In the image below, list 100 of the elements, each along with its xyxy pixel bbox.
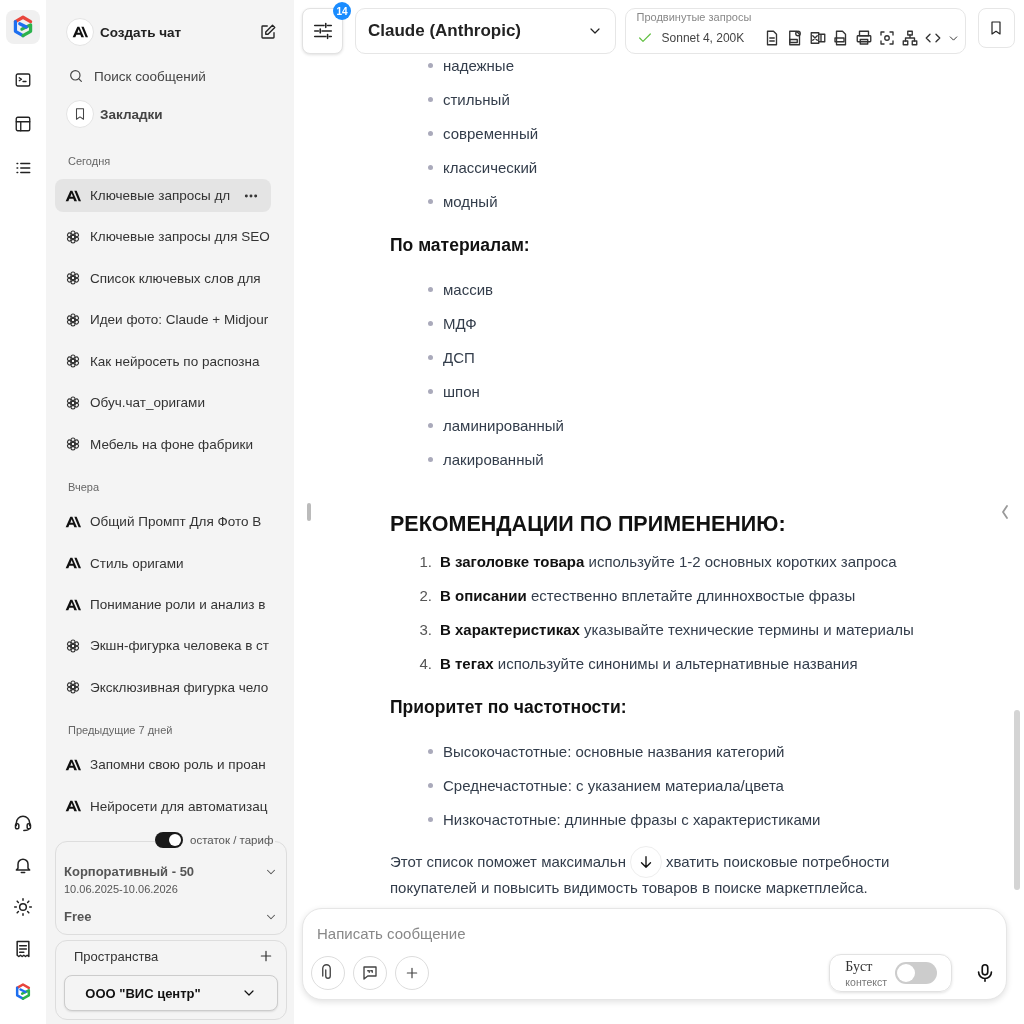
chat-item[interactable]: Ключевые запросы дл bbox=[55, 178, 271, 213]
count-badge: 14 bbox=[333, 2, 351, 20]
list-number: 4. bbox=[418, 654, 432, 672]
spaces-label: Пространства bbox=[74, 948, 159, 964]
app-logo[interactable] bbox=[6, 10, 40, 44]
prompt-button[interactable] bbox=[353, 956, 387, 990]
space-dropdown[interactable]: ООО "ВИС центр" bbox=[64, 975, 278, 1011]
bullet-dot bbox=[428, 96, 433, 102]
bullet-dot bbox=[428, 388, 433, 394]
chat-item[interactable]: Экшн-фигурка человека в ст bbox=[55, 629, 271, 663]
plan-selector[interactable]: Корпоративный - 50 bbox=[64, 864, 278, 879]
list-item: массив bbox=[443, 280, 493, 298]
list-number: 3. bbox=[418, 620, 432, 638]
bullet-dot bbox=[428, 748, 433, 754]
model-version: Sonnet 4, 200K bbox=[661, 31, 745, 45]
knot-icon bbox=[65, 270, 81, 287]
bookmark-button[interactable] bbox=[977, 8, 1015, 48]
printer-icon[interactable] bbox=[855, 29, 874, 47]
section-heading: По материалам: bbox=[390, 234, 530, 256]
edit-icon[interactable] bbox=[259, 23, 277, 41]
spreadsheet-icon[interactable] bbox=[809, 29, 828, 47]
knot-icon bbox=[65, 638, 81, 654]
plan-dates: 10.06.2025-10.06.2026 bbox=[64, 883, 179, 895]
chat-bubble-icon bbox=[361, 964, 379, 982]
list-item: модный bbox=[443, 192, 498, 210]
boost-control[interactable]: Буст контекст bbox=[829, 954, 952, 992]
list-item: классический bbox=[443, 158, 538, 176]
heading: РЕКОМЕНДАЦИИ ПО ПРИМЕНЕНИЮ: bbox=[390, 511, 786, 537]
chat-item[interactable]: Обуч.чат_оригами bbox=[55, 386, 271, 420]
bullet-dot bbox=[428, 286, 433, 292]
scroll-down-button[interactable] bbox=[629, 846, 662, 878]
attach-button[interactable] bbox=[311, 956, 345, 990]
list-item: В заголовке товара используйте 1-2 основных коротких запроса bbox=[440, 552, 897, 570]
table-icon[interactable] bbox=[14, 115, 32, 133]
chat-item[interactable]: Ключевые запросы для SEO bbox=[55, 220, 271, 254]
list-item: Среднечастотные: с указанием материала/цвета bbox=[443, 776, 784, 794]
knot-icon bbox=[65, 436, 81, 453]
bookmark-icon bbox=[73, 107, 87, 121]
new-chat-button[interactable]: Создать чат bbox=[66, 18, 182, 46]
scan-icon[interactable] bbox=[878, 29, 897, 47]
sun-icon[interactable] bbox=[13, 897, 33, 917]
chat-item[interactable]: Нейросети для автоматизац bbox=[55, 789, 271, 823]
search-icon bbox=[68, 68, 84, 84]
list-item: В описании естественно вплетайте длиннохвостые фразы bbox=[440, 586, 856, 604]
list-item: надежные bbox=[443, 56, 514, 74]
toggle-switch[interactable] bbox=[155, 832, 183, 848]
scrollbar[interactable] bbox=[1014, 710, 1020, 890]
list-item: ДСП bbox=[443, 348, 475, 366]
knot-icon bbox=[65, 311, 81, 328]
paragraph-text: покупателей и повысить видимость товаров в поиске маркетплейса. bbox=[390, 878, 868, 898]
chat-item[interactable]: Список ключевых слов для bbox=[55, 261, 271, 296]
chat-item[interactable]: Общий Промпт Для Фото В bbox=[55, 504, 271, 539]
chat-item[interactable]: Запомни свою роль и проан bbox=[55, 747, 271, 782]
bullet-dot bbox=[428, 164, 433, 170]
list-item: стильный bbox=[443, 90, 510, 108]
section-label: Вчера bbox=[68, 481, 101, 495]
chat-item[interactable]: Идеи фото: Claude + Midjour bbox=[55, 303, 271, 337]
list-item: МДФ bbox=[443, 314, 477, 332]
list-item: В характеристиках указывайте технические термины и материалы bbox=[440, 620, 914, 638]
section-heading: Приоритет по частотности: bbox=[390, 696, 627, 718]
panel-label: Продвинутые запросы bbox=[636, 11, 753, 25]
list-item: ламинированный bbox=[443, 416, 564, 434]
chat-item[interactable]: Понимание роли и анализ в bbox=[55, 587, 271, 622]
list-item: Высокочастотные: основные названия категорий bbox=[443, 742, 785, 760]
knot-icon bbox=[65, 679, 81, 696]
chat-item[interactable]: Мебель на фоне фабрики bbox=[55, 427, 271, 462]
bookmarks-button[interactable]: Закладки bbox=[66, 99, 287, 129]
section-label: Предыдущие 7 дней bbox=[68, 724, 174, 738]
add-button[interactable] bbox=[395, 956, 429, 990]
terminal-icon[interactable] bbox=[14, 71, 32, 89]
message-input[interactable]: Написать сообщение Буст контекст bbox=[302, 908, 1007, 1000]
list-item: шпон bbox=[443, 382, 480, 400]
plan-selector[interactable]: Free bbox=[64, 909, 278, 924]
list-item: В тегах используйте синонимы и альтернативные названия bbox=[440, 654, 858, 672]
resize-handle[interactable] bbox=[307, 503, 311, 521]
headset-icon[interactable] bbox=[13, 813, 33, 833]
list-item: лакированный bbox=[443, 450, 544, 468]
bullet-dot bbox=[428, 198, 433, 204]
knot-icon bbox=[65, 353, 81, 370]
bullet-dot bbox=[428, 782, 433, 788]
document-icon[interactable] bbox=[13, 939, 33, 959]
chat-item[interactable]: Как нейросеть по распозна bbox=[55, 344, 271, 379]
toggle-switch[interactable] bbox=[895, 962, 937, 984]
section-label: Сегодня bbox=[68, 155, 112, 169]
list-number: 2. bbox=[418, 586, 432, 604]
bullet-dot bbox=[428, 354, 433, 360]
chat-item[interactable]: Эксклюзивная фигурка чело bbox=[55, 670, 271, 705]
paragraph-text: хватить поисковые потребности bbox=[665, 852, 890, 872]
sliders-icon bbox=[311, 20, 334, 42]
chevron-left-icon[interactable] bbox=[1000, 503, 1010, 521]
list-number: 1. bbox=[418, 552, 432, 570]
plus-icon bbox=[404, 965, 420, 981]
model-dropdown[interactable]: Claude (Anthropic) bbox=[355, 8, 616, 54]
chat-item[interactable]: Стиль оригами bbox=[55, 546, 271, 580]
bullet-dot bbox=[428, 816, 433, 822]
bullet-dot bbox=[428, 130, 433, 136]
logo-icon bbox=[72, 24, 88, 40]
network-icon[interactable] bbox=[901, 29, 920, 47]
plus-icon[interactable] bbox=[258, 948, 274, 964]
search-button[interactable]: Поиск сообщений bbox=[68, 61, 287, 91]
